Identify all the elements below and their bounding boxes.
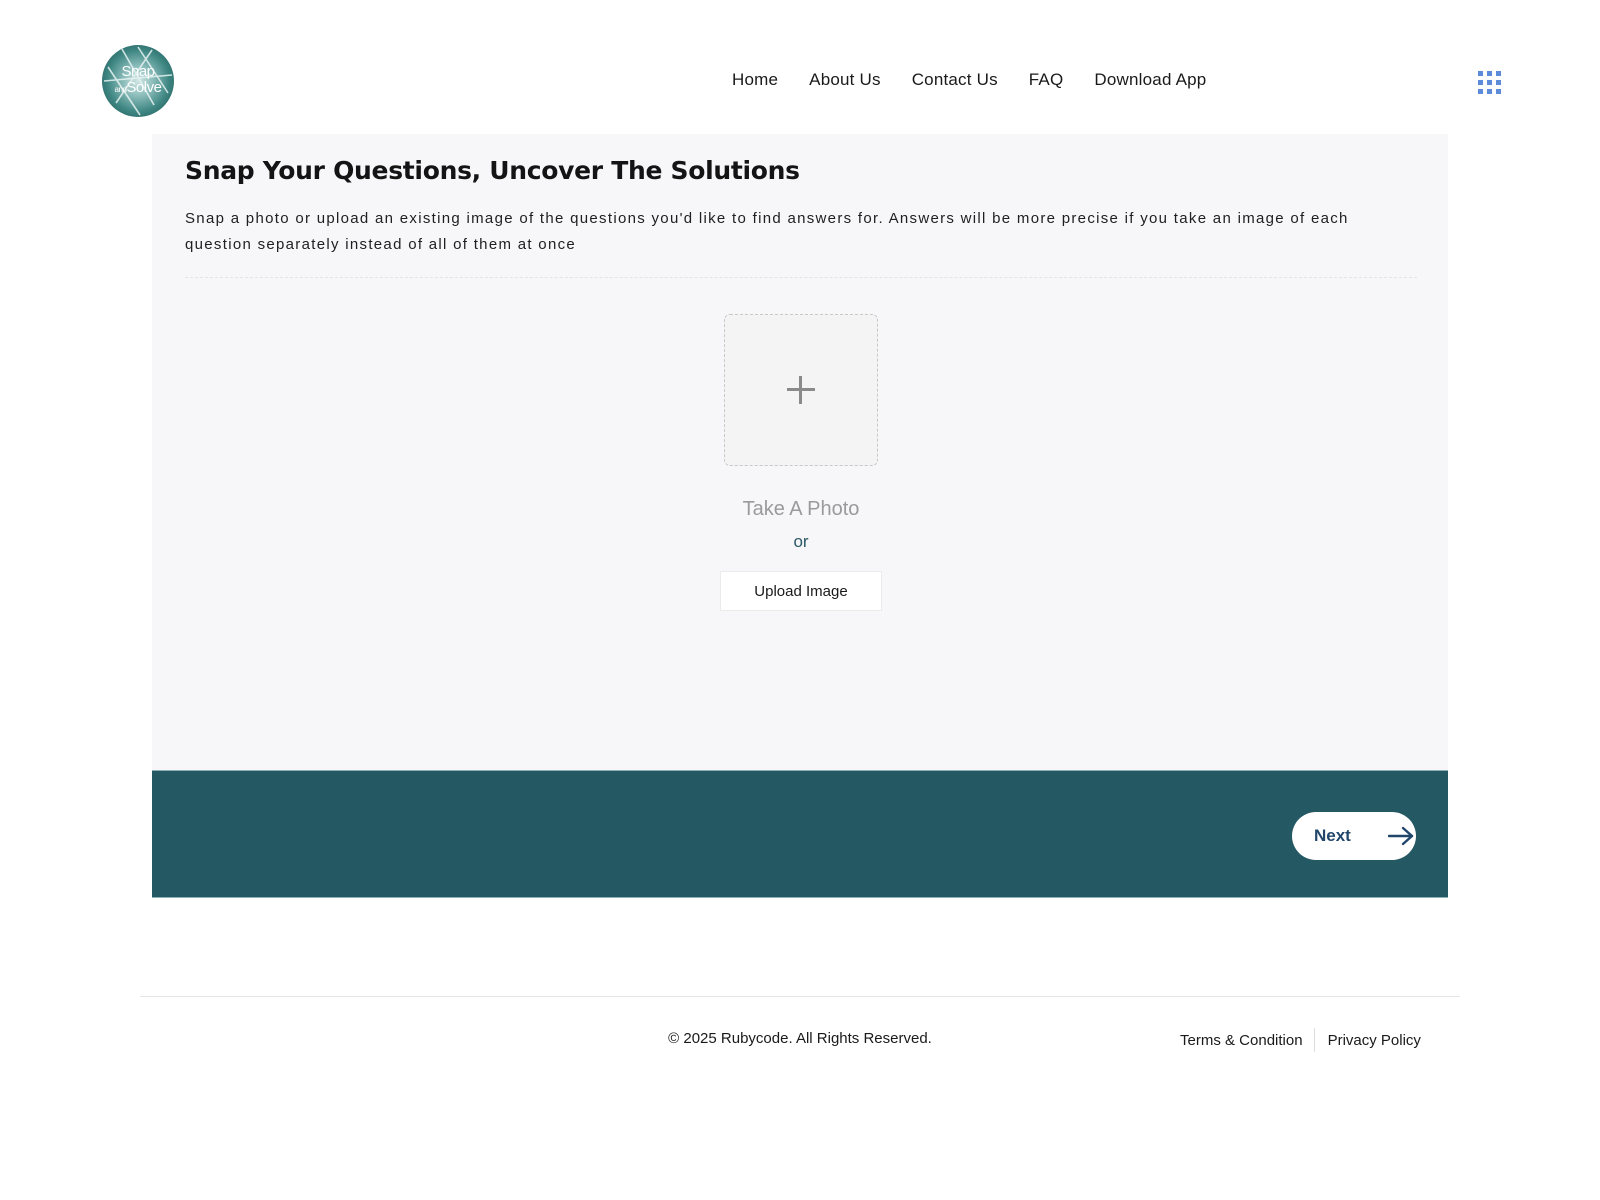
grid-dot (1487, 71, 1492, 76)
arrow-right-icon (1388, 826, 1414, 846)
grid-dots-icon[interactable] (1478, 71, 1502, 95)
nav-about-us[interactable]: About Us (809, 70, 881, 90)
nav-home[interactable]: Home (732, 70, 778, 90)
upload-image-button[interactable]: Upload Image (720, 571, 882, 611)
page-description: Snap a photo or upload an existing image… (185, 210, 1349, 253)
copyright-text: © 2025 Rubycode. All Rights Reserved. (668, 1030, 932, 1047)
next-button[interactable]: Next (1292, 812, 1416, 860)
nav-contact-us[interactable]: Contact Us (912, 70, 998, 90)
logo-text-snap: Snap (121, 63, 155, 80)
privacy-policy-link[interactable]: Privacy Policy (1328, 1032, 1421, 1049)
grid-dot (1496, 89, 1501, 94)
logo-text-solve-word: Solve (126, 79, 162, 96)
grid-dot (1478, 89, 1483, 94)
grid-dot (1496, 71, 1501, 76)
main-nav: Home About Us Contact Us FAQ Download Ap… (732, 70, 1206, 90)
photo-dropzone[interactable] (724, 314, 878, 466)
take-photo-label[interactable]: Take A Photo (701, 498, 901, 521)
nav-download-app[interactable]: Download App (1094, 70, 1206, 90)
grid-dot (1487, 80, 1492, 85)
footer-divider (140, 996, 1460, 997)
nav-faq[interactable]: FAQ (1029, 70, 1064, 90)
logo-text-solve: andSolve (102, 79, 174, 96)
logo-text-and: and (114, 85, 127, 94)
grid-dot (1478, 71, 1483, 76)
terms-link[interactable]: Terms & Condition (1180, 1032, 1303, 1049)
logo[interactable]: Snap andSolve (102, 45, 174, 117)
divider (185, 277, 1417, 278)
grid-dot (1487, 89, 1492, 94)
footer-links: Terms & Condition Privacy Policy (1180, 1028, 1421, 1052)
upload-card: Snap Your Questions, Uncover The Solutio… (152, 134, 1448, 770)
next-label: Next (1314, 826, 1351, 845)
footer-link-separator (1313, 1028, 1315, 1052)
grid-dot (1478, 80, 1483, 85)
page-title: Snap Your Questions, Uncover The Solutio… (185, 156, 800, 185)
grid-dot (1496, 80, 1501, 85)
or-label: or (793, 532, 809, 551)
plus-icon (787, 376, 815, 404)
action-bar: Next (152, 770, 1448, 898)
site-header: Snap andSolve Home About Us Contact Us F… (0, 0, 1600, 134)
